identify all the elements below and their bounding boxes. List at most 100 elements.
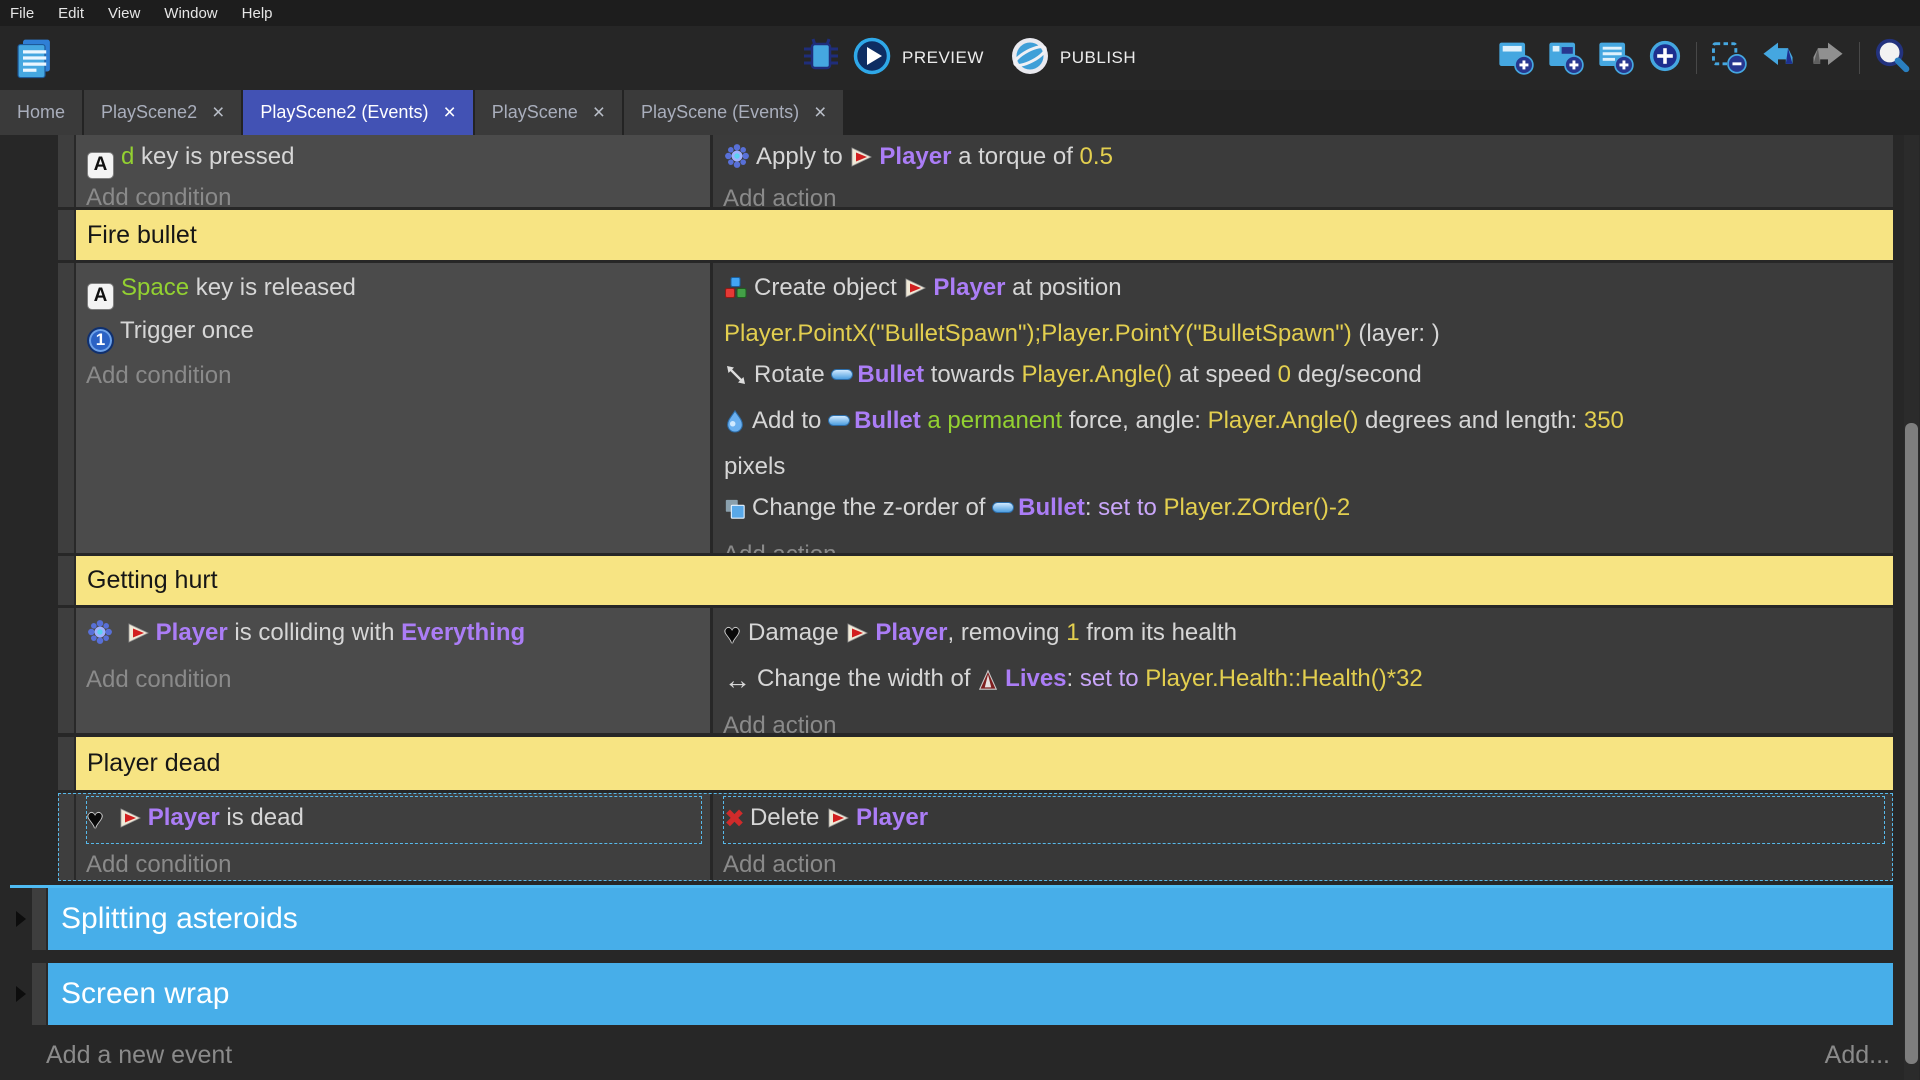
collapse-triangle-icon bbox=[16, 986, 26, 1002]
event-move-right: Ad key is pressedAdd conditionApply to P… bbox=[58, 135, 1893, 207]
events-footer: Add a new event Add... bbox=[0, 1041, 1920, 1070]
event-gutter[interactable] bbox=[58, 737, 76, 790]
group-gutter[interactable] bbox=[32, 963, 48, 1025]
event-gutter[interactable] bbox=[58, 608, 76, 733]
debugger-button[interactable] bbox=[800, 35, 842, 82]
keyboard-key-icon: A bbox=[87, 283, 114, 310]
scrollbar-track[interactable] bbox=[1904, 135, 1919, 1080]
action-cell[interactable]: ♥Damage Player, removing 1 from its heal… bbox=[713, 608, 1893, 733]
trigger-once-icon: 1 bbox=[87, 327, 114, 354]
add-action-link[interactable]: Add action bbox=[723, 181, 1885, 207]
condition-cell[interactable]: ♥ Player is deadAdd condition bbox=[76, 793, 713, 881]
action-cell[interactable]: Apply to Player a torque of 0.5Add actio… bbox=[713, 135, 1893, 207]
text-segment: Player bbox=[875, 619, 947, 646]
event-gutter[interactable] bbox=[58, 135, 76, 207]
condition-cell[interactable]: Player is colliding with EverythingAdd c… bbox=[76, 608, 713, 733]
group-collapse-toggle[interactable] bbox=[10, 963, 32, 1025]
add-comment-button[interactable] bbox=[1596, 37, 1634, 80]
add-condition-link[interactable]: Add condition bbox=[86, 355, 702, 396]
scrollbar-thumb[interactable] bbox=[1905, 423, 1918, 1064]
text-segment: degrees and length: bbox=[1358, 407, 1584, 434]
add-action-link[interactable]: Add action bbox=[723, 534, 1885, 553]
tab-playscene2[interactable]: PlayScene2 × bbox=[84, 90, 241, 135]
text-segment: Bullet bbox=[857, 361, 924, 388]
event-gutter[interactable] bbox=[58, 210, 76, 260]
add-new-event-link[interactable]: Add a new event bbox=[46, 1041, 232, 1070]
resize-width-icon: ↔ bbox=[724, 660, 751, 701]
preview-button[interactable] bbox=[852, 36, 892, 81]
close-icon[interactable]: × bbox=[814, 102, 826, 123]
create-object-icon bbox=[724, 272, 748, 313]
add-subevent-icon bbox=[1546, 37, 1584, 80]
add-condition-link[interactable]: Add condition bbox=[86, 659, 702, 700]
comment-text[interactable]: Fire bullet bbox=[76, 210, 1893, 260]
text-segment: towards bbox=[924, 361, 1021, 388]
physics-behavior-icon bbox=[87, 617, 113, 658]
add-comment-icon bbox=[1596, 37, 1634, 80]
group-title[interactable]: Splitting asteroids bbox=[48, 888, 1893, 950]
redo-button[interactable] bbox=[1809, 37, 1847, 80]
text-segment: at position bbox=[1005, 274, 1121, 301]
publish-label[interactable]: PUBLISH bbox=[1060, 48, 1136, 68]
menu-help[interactable]: Help bbox=[242, 5, 273, 22]
instruction-lines: ♥Damage Player, removing 1 from its heal… bbox=[723, 611, 1885, 705]
tab-playscene2-events[interactable]: PlayScene2 (Events) × bbox=[243, 90, 472, 135]
text-segment: Player.ZOrder()-2 bbox=[1164, 494, 1351, 521]
add-condition-link[interactable]: Add condition bbox=[86, 844, 702, 881]
text-segment: Bullet bbox=[1018, 494, 1085, 521]
preview-label[interactable]: PREVIEW bbox=[902, 48, 984, 68]
event-gutter[interactable] bbox=[58, 793, 76, 881]
close-icon[interactable]: × bbox=[443, 102, 455, 123]
add-subevent-button[interactable] bbox=[1546, 37, 1584, 80]
menu-view[interactable]: View bbox=[108, 5, 140, 22]
group-gutter[interactable] bbox=[32, 888, 48, 950]
tab-label: PlayScene2 bbox=[101, 102, 197, 123]
add-action-link[interactable]: Add action bbox=[723, 705, 1885, 733]
action-cell[interactable]: Create object Player at positionPlayer.P… bbox=[713, 263, 1893, 553]
text-segment: Player bbox=[879, 143, 951, 170]
add-event-button[interactable] bbox=[1496, 37, 1534, 80]
publish-globe-icon bbox=[1010, 36, 1050, 81]
text-segment: Create object bbox=[754, 274, 903, 301]
text-segment: from its health bbox=[1080, 619, 1237, 646]
undo-button[interactable] bbox=[1759, 37, 1797, 80]
group-collapse-toggle[interactable] bbox=[10, 888, 32, 950]
project-manager-button[interactable] bbox=[12, 35, 56, 86]
delete-selection-button[interactable] bbox=[1709, 37, 1747, 80]
tab-playscene-events[interactable]: PlayScene (Events) × bbox=[624, 90, 843, 135]
text-segment: d bbox=[121, 143, 134, 170]
add-condition-link[interactable]: Add condition bbox=[86, 180, 702, 207]
action-cell[interactable]: ✖Delete PlayerAdd action bbox=[713, 793, 1893, 881]
player-ship-icon bbox=[849, 144, 873, 180]
group-title[interactable]: Screen wrap bbox=[48, 963, 1893, 1025]
tab-home[interactable]: Home bbox=[0, 90, 82, 135]
player-ship-icon bbox=[118, 802, 142, 843]
tab-label: Home bbox=[17, 102, 65, 123]
condition-cell[interactable]: ASpace key is released1Trigger onceAdd c… bbox=[76, 263, 713, 553]
menu-window[interactable]: Window bbox=[164, 5, 217, 22]
debugger-icon bbox=[800, 35, 842, 82]
menu-edit[interactable]: Edit bbox=[58, 5, 84, 22]
add-more-link[interactable]: Add... bbox=[1825, 1041, 1890, 1070]
condition-cell[interactable]: Ad key is pressedAdd condition bbox=[76, 135, 713, 207]
comment-text[interactable]: Player dead bbox=[76, 737, 1893, 790]
instruction-line: Player.PointX("BulletSpawn");Player.Poin… bbox=[724, 313, 1884, 354]
text-segment: key is released bbox=[189, 274, 356, 301]
close-icon[interactable]: × bbox=[212, 102, 224, 123]
close-icon[interactable]: × bbox=[593, 102, 605, 123]
text-segment: force, angle: bbox=[1062, 407, 1207, 434]
add-other-button[interactable] bbox=[1646, 37, 1684, 80]
event-gutter[interactable] bbox=[58, 556, 76, 605]
tab-playscene[interactable]: PlayScene × bbox=[475, 90, 622, 135]
instruction-line: Player is colliding with Everything bbox=[87, 612, 701, 658]
event-gutter[interactable] bbox=[58, 263, 76, 553]
add-action-link[interactable]: Add action bbox=[723, 844, 1885, 881]
search-events-button[interactable] bbox=[1872, 36, 1912, 81]
comment-row: Player dead bbox=[58, 737, 1893, 790]
publish-button[interactable] bbox=[1010, 36, 1050, 81]
text-segment: Lives bbox=[1005, 665, 1066, 692]
group-row: Screen wrap bbox=[10, 963, 1893, 1025]
comment-text[interactable]: Getting hurt bbox=[76, 556, 1893, 605]
instruction-line: ✖Delete Player bbox=[724, 797, 1884, 843]
menu-file[interactable]: File bbox=[10, 5, 34, 22]
